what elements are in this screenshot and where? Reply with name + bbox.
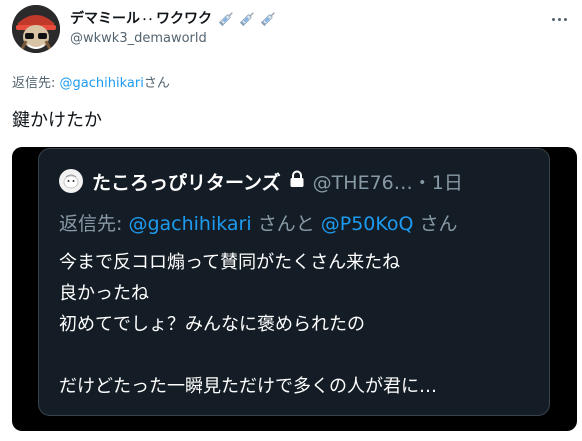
reply-prefix: 返信先: [12,76,60,91]
quoted-tweet-text: 今まで反コロ煽って賛同がたくさん来たね 良かったね 初めてでしょ？みんなに褒めら… [59,247,539,402]
quoted-reply-context: 返信先: @gachihikari さんと @P50KoQ さん [59,209,458,236]
quoted-avatar [59,169,83,193]
avatar[interactable] [12,5,60,53]
quoted-reply-prefix: 返信先: [59,213,129,235]
lock-icon [289,170,305,192]
quoted-text-line: 良かったね [59,283,149,304]
author-handle[interactable]: @wkwk3_demaworld [70,31,207,46]
quoted-header: たころっぴリターンズ @THE76…・1日 [59,167,463,195]
reply-mention-link[interactable]: @gachihikari [60,76,144,91]
author-emoji-row [218,9,278,27]
quoted-display-name: たころっぴリターンズ [92,171,281,194]
more-options-icon[interactable] [548,10,570,28]
quoted-text-line [59,340,539,371]
syringe-icon [239,12,254,27]
quoted-reply-middle: さんと [251,213,321,235]
reply-suffix: さん [143,76,170,91]
quoted-text-line: 今まで反コロ煽って賛同がたくさん来たね [59,252,401,273]
syringe-icon [218,12,233,27]
author-display-name: デマミール [70,11,140,27]
embedded-image[interactable]: たころっぴリターンズ @THE76…・1日 返信先: @gachihikari … [12,147,577,431]
quoted-tweet-card: たころっぴリターンズ @THE76…・1日 返信先: @gachihikari … [38,148,550,416]
tweet-text: 鍵かけたか [12,110,102,131]
quoted-reply-suffix: さん [413,213,458,235]
quoted-text-line: 初めてでしょ？みんなに褒められたの [59,314,365,335]
quoted-handle-time: @THE76…・1日 [312,171,463,194]
author-name-suffix: ワクワク [156,11,212,27]
quoted-reply-mention-2: @P50KoQ [320,213,414,235]
quoted-reply-mention-1: @gachihikari [128,213,252,235]
author-name[interactable]: デマミール ･･ ワクワク [70,8,278,28]
tweet: デマミール ･･ ワクワク @wkwk3_demaworld 返信先: @gac… [0,0,582,441]
syringe-icon [260,12,275,27]
reply-context: 返信先: @gachihikariさん [12,72,170,91]
author-name-dots: ･･ [142,14,154,26]
quoted-text-line: だけどたった一瞬見ただけで多くの人が君に… [59,376,437,397]
